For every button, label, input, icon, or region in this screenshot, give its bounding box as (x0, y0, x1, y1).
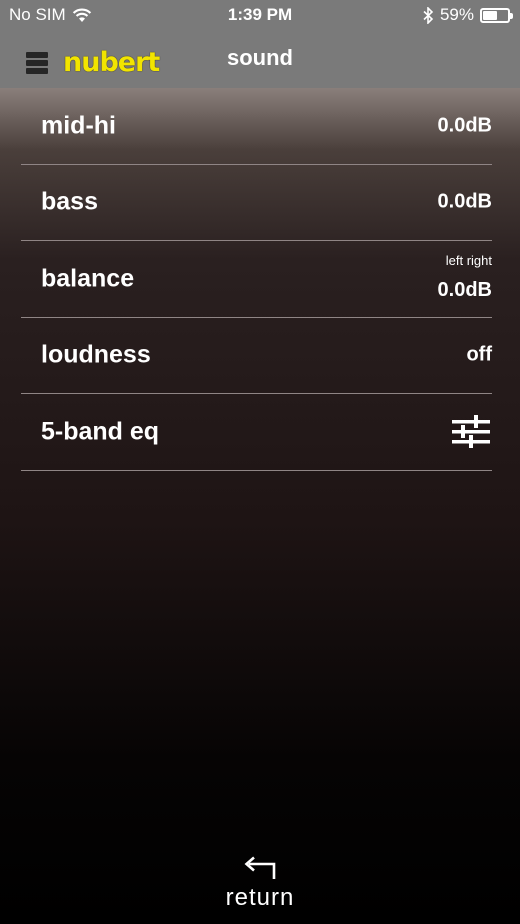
sound-settings-list: mid-hi 0.0dB bass 0.0dB balance left rig… (21, 88, 492, 471)
row-value: 0.0dB (437, 190, 492, 213)
row-bass[interactable]: bass 0.0dB (21, 165, 492, 241)
row-value: off (466, 343, 492, 366)
screen: No SIM 1:39 PM 59% nubert sound mid-hi 0… (0, 0, 520, 924)
return-label: return (225, 884, 295, 911)
row-value: 0.0dB (437, 279, 492, 301)
bluetooth-icon (423, 6, 434, 24)
row-5-band-eq[interactable]: 5-band eq (21, 394, 492, 471)
row-loudness[interactable]: loudness off (21, 318, 492, 394)
row-label: 5-band eq (41, 417, 160, 446)
row-balance[interactable]: balance left right 0.0dB (21, 241, 492, 318)
row-mid-hi[interactable]: mid-hi 0.0dB (21, 88, 492, 165)
nav-bar: nubert sound (0, 30, 520, 88)
return-button[interactable]: return (0, 856, 520, 912)
status-bar: No SIM 1:39 PM 59% (0, 0, 520, 30)
battery-icon (480, 7, 513, 23)
row-label: mid-hi (41, 111, 116, 140)
battery-level (483, 10, 498, 20)
battery-percent: 59% (439, 5, 474, 24)
row-value: 0.0dB (437, 114, 492, 137)
row-label: balance (41, 264, 135, 293)
return-arrow-icon (244, 856, 276, 879)
page-title: sound (227, 45, 293, 70)
equalizer-sliders-icon[interactable] (452, 414, 490, 449)
balance-hint: left right (445, 253, 492, 268)
status-right: 59% (423, 5, 513, 25)
row-label: bass (41, 187, 98, 216)
row-label: loudness (41, 340, 151, 369)
